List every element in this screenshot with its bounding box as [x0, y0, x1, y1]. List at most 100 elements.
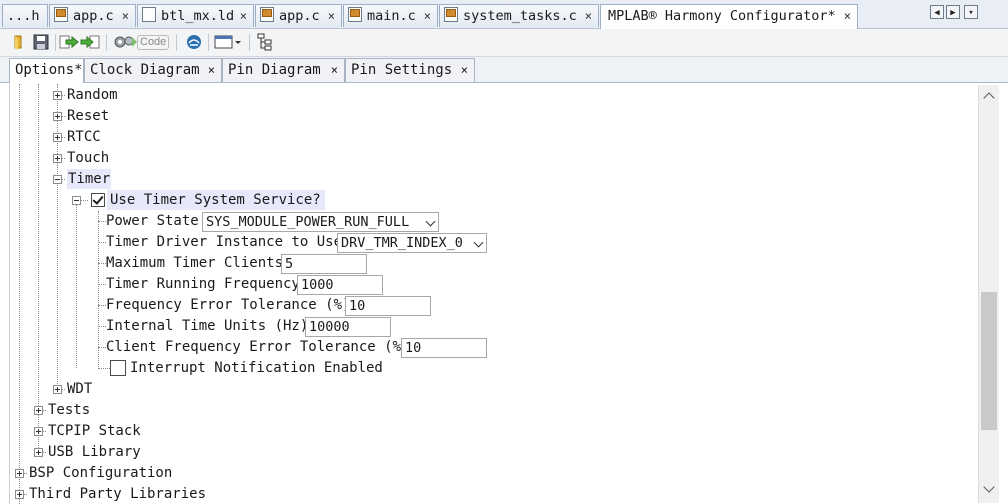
tab-label: Pin Settings	[351, 62, 453, 78]
c-file-icon	[260, 7, 274, 22]
close-icon[interactable]: ×	[122, 5, 129, 27]
tree-connector	[98, 326, 106, 327]
driver-instance-label: Timer Driver Instance to Use	[106, 234, 343, 250]
driver-instance-value: DRV_TMR_INDEX_0	[341, 235, 463, 251]
file-tab-label: ...h	[7, 8, 40, 24]
close-icon[interactable]: ×	[328, 5, 335, 27]
generate-code-button[interactable]: Code	[113, 33, 171, 51]
tab-pin-diagram[interactable]: Pin Diagram ×	[222, 58, 345, 82]
max-clients-label: Maximum Timer Clients	[106, 255, 284, 271]
tree-connector	[98, 347, 106, 348]
file-tab-label: main.c	[367, 8, 416, 24]
file-tab-label: MPLAB® Harmony Configurator*	[608, 8, 836, 24]
close-icon[interactable]: ×	[331, 59, 338, 82]
configurator-tab-strip: Options* Clock Diagram × Pin Diagram × P…	[0, 57, 1008, 83]
window-dropdown-icon[interactable]	[214, 33, 242, 51]
file-tab-app-c-2[interactable]: app.c ×	[255, 4, 342, 27]
running-freq-label: Timer Running Frequency	[106, 276, 300, 292]
expand-icon[interactable]	[15, 469, 24, 478]
generate-code-label: Code	[137, 34, 170, 50]
tree-connector	[98, 221, 106, 222]
tree-node-reset[interactable]: Reset	[67, 106, 109, 126]
tree-hierarchy-icon[interactable]	[256, 33, 274, 51]
chevron-down-icon	[473, 237, 484, 248]
tree-node-random[interactable]: Random	[67, 85, 118, 105]
expand-icon[interactable]	[53, 385, 62, 394]
tree-connector	[98, 211, 99, 369]
expand-icon[interactable]	[53, 112, 62, 121]
export-arrow-icon[interactable]	[59, 33, 79, 51]
collapse-icon[interactable]	[72, 196, 81, 205]
expand-icon[interactable]	[15, 490, 24, 499]
scroll-down-icon[interactable]	[983, 481, 995, 493]
client-freq-error-tol-label: Client Frequency Error Tolerance (%)	[106, 339, 410, 355]
tab-list-dropdown-icon[interactable]: ▾	[964, 5, 978, 19]
driver-instance-select[interactable]: DRV_TMR_INDEX_0	[337, 233, 487, 253]
import-arrow-icon[interactable]	[80, 33, 100, 51]
tab-options[interactable]: Options*	[9, 58, 84, 83]
tree-node-bsp-configuration[interactable]: BSP Configuration	[29, 463, 172, 483]
expand-icon[interactable]	[53, 154, 62, 163]
tree-node-usb-library[interactable]: USB Library	[48, 442, 141, 462]
harmony-logo-icon[interactable]	[185, 33, 203, 51]
power-state-select[interactable]: SYS_MODULE_POWER_RUN_FULL	[202, 212, 439, 232]
expand-icon[interactable]	[53, 133, 62, 142]
tree-node-timer[interactable]: Timer	[67, 169, 112, 189]
running-freq-input[interactable]: 1000	[297, 275, 383, 295]
max-clients-input[interactable]: 5	[281, 254, 367, 274]
tab-label: Options*	[15, 62, 83, 78]
interrupt-notification-label: Interrupt Notification Enabled	[130, 360, 383, 376]
file-tab-harmony-configurator[interactable]: MPLAB® Harmony Configurator* ×	[600, 4, 858, 29]
close-icon[interactable]: ×	[844, 5, 851, 27]
open-folder-icon[interactable]	[12, 33, 26, 51]
tree-node-touch[interactable]: Touch	[67, 148, 109, 168]
tree-connector	[98, 368, 110, 369]
tree-node-tcpip-stack[interactable]: TCPIP Stack	[48, 421, 141, 441]
close-icon[interactable]: ×	[424, 5, 431, 27]
expand-icon[interactable]	[34, 448, 43, 457]
save-icon[interactable]	[32, 33, 50, 51]
interrupt-notification-checkbox[interactable]	[110, 360, 126, 376]
tab-clock-diagram[interactable]: Clock Diagram ×	[84, 58, 222, 82]
expand-icon[interactable]	[53, 91, 62, 100]
use-timer-service-label: Use Timer System Service?	[107, 190, 325, 210]
file-tab-main-c[interactable]: main.c ×	[343, 4, 438, 27]
file-tab-label: system_tasks.c	[463, 8, 577, 24]
close-icon[interactable]: ×	[208, 59, 215, 82]
scroll-tabs-right-icon[interactable]: ▶	[946, 5, 960, 19]
scrollbar-thumb[interactable]	[981, 292, 997, 431]
client-freq-error-tol-input[interactable]: 10	[401, 338, 487, 358]
c-file-icon	[54, 7, 68, 22]
tree-node-third-party-libraries[interactable]: Third Party Libraries	[29, 484, 206, 504]
close-icon[interactable]: ×	[240, 5, 247, 27]
tab-pin-settings[interactable]: Pin Settings ×	[345, 58, 475, 82]
power-state-value: SYS_MODULE_POWER_RUN_FULL	[206, 214, 410, 230]
expand-icon[interactable]	[34, 427, 43, 436]
tree-node-rtcc[interactable]: RTCC	[67, 127, 101, 147]
toolbar: Code	[0, 29, 1008, 57]
file-tab-btl-mx-ld[interactable]: btl_mx.ld ×	[137, 4, 254, 27]
tab-label: Pin Diagram	[228, 62, 321, 78]
toolbar-separator	[249, 34, 250, 51]
file-tab-h[interactable]: ...h	[2, 4, 48, 27]
file-tab-app-c-1[interactable]: app.c ×	[49, 4, 136, 27]
tree-node-wdt[interactable]: WDT	[67, 379, 92, 399]
editor-tab-strip: ...h app.c × btl_mx.ld × app.c × main.c …	[0, 0, 1008, 29]
file-tab-system-tasks-c[interactable]: system_tasks.c ×	[439, 4, 599, 27]
generate-code-icon	[114, 36, 137, 48]
scroll-tabs-left-icon[interactable]: ◀	[930, 5, 944, 19]
c-file-icon	[444, 7, 458, 22]
file-tab-label: btl_mx.ld	[161, 8, 235, 24]
close-icon[interactable]: ×	[585, 5, 592, 27]
vertical-scrollbar[interactable]	[978, 85, 999, 503]
tree-connector	[19, 84, 20, 504]
expand-icon[interactable]	[34, 406, 43, 415]
tree-connector	[57, 84, 58, 390]
freq-error-tol-input[interactable]: 10	[345, 296, 431, 316]
use-timer-service-checkbox[interactable]	[91, 193, 105, 207]
close-icon[interactable]: ×	[461, 59, 468, 82]
tree-node-tests[interactable]: Tests	[48, 400, 90, 420]
time-units-input[interactable]: 10000	[305, 317, 391, 337]
scroll-up-icon[interactable]	[983, 92, 995, 104]
collapse-icon[interactable]	[53, 175, 62, 184]
